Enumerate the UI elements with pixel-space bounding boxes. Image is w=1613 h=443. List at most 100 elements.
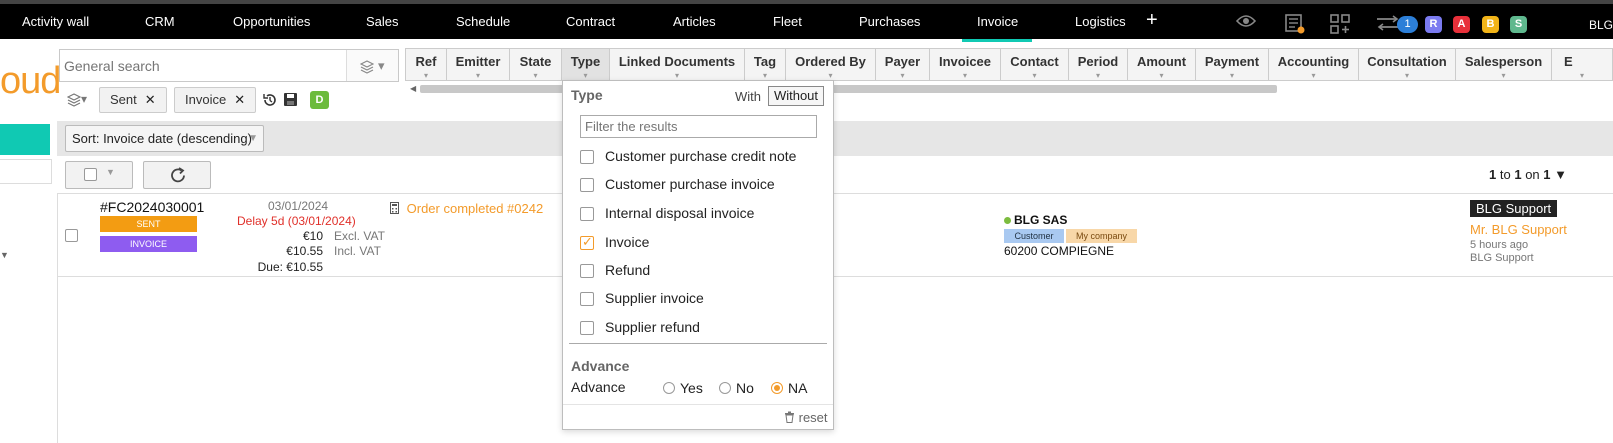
user-bubble-s[interactable]: S [1510, 16, 1527, 33]
filter-results-input[interactable] [581, 116, 816, 137]
column-header-accounting[interactable]: Accounting [1269, 48, 1359, 81]
nav-item-articles[interactable]: Articles [673, 14, 716, 29]
filter-layers-icon[interactable]: ▾ [66, 92, 87, 107]
option-checkbox[interactable] [580, 207, 594, 221]
salesperson-link[interactable]: Mr. BLG Support [1470, 222, 1567, 237]
reset-label: reset [798, 410, 828, 425]
advance-radio-no-label[interactable]: No [736, 380, 754, 396]
refresh-button[interactable] [143, 161, 211, 189]
refresh-icon [171, 167, 185, 183]
company-name[interactable]: BLG SAS [1004, 213, 1067, 227]
nav-item-sales[interactable]: Sales [366, 14, 399, 29]
option-checkbox[interactable] [580, 321, 594, 335]
option-checkbox[interactable] [580, 292, 594, 306]
news-icon[interactable] [1284, 13, 1306, 38]
advance-radio-na[interactable] [771, 382, 783, 394]
column-header-state[interactable]: State [510, 48, 562, 81]
option-label: Internal disposal invoice [605, 205, 755, 221]
nav-item-fleet[interactable]: Fleet [773, 14, 802, 29]
column-header-salesperson[interactable]: Salesperson [1456, 48, 1552, 81]
user-bubble-b[interactable]: B [1482, 16, 1499, 33]
nav-item-activity-wall[interactable]: Activity wall [22, 14, 89, 29]
option-checkbox[interactable] [580, 150, 594, 164]
eye-icon[interactable] [1235, 14, 1257, 31]
advance-section-title: Advance [571, 358, 630, 374]
search-layers-icon[interactable]: ▾ [346, 50, 398, 81]
company-city: 60200 COMPIEGNE [1004, 244, 1115, 258]
linked-order-link[interactable]: Order completed #0242 [390, 201, 543, 216]
general-search-input[interactable] [64, 56, 344, 76]
close-icon[interactable]: ✕ [234, 92, 245, 107]
column-header-amount[interactable]: Amount [1128, 48, 1196, 81]
advance-radio-na-label[interactable]: NA [788, 380, 807, 396]
pager-total: 1 [1543, 167, 1551, 182]
option-checkbox-checked[interactable] [580, 234, 594, 250]
filter-chip-invoice: Invoice ✕ [174, 87, 257, 113]
filter-chip-sent: Sent ✕ [99, 87, 167, 113]
sort-select[interactable]: Sort: Invoice date (descending) ▼ [65, 125, 264, 152]
sidebar-action-button[interactable] [0, 124, 50, 155]
column-header-payment[interactable]: Payment [1196, 48, 1269, 81]
column-header-contact[interactable]: Contact [1001, 48, 1069, 81]
nav-item-contract[interactable]: Contract [566, 14, 615, 29]
saved-filter-badge[interactable]: D [310, 91, 329, 109]
payment-delay: Delay 5d (03/01/2024) [237, 214, 356, 228]
linked-order-label: Order completed #0242 [406, 201, 544, 216]
with-toggle[interactable]: With [735, 89, 761, 104]
amount-excl-vat: €10 [302, 229, 323, 243]
row-checkbox[interactable] [65, 229, 78, 242]
nav-item-schedule[interactable]: Schedule [456, 14, 510, 29]
scroll-left-arrow-icon[interactable]: ◀ [410, 84, 416, 93]
nav-item-crm[interactable]: CRM [145, 14, 175, 29]
select-all-checkbox[interactable] [84, 168, 97, 181]
reset-button[interactable]: reset [784, 410, 828, 425]
advance-radio-yes-label[interactable]: Yes [680, 380, 703, 396]
invoice-ref-link[interactable]: #FC2024030001 [100, 199, 204, 215]
advance-label: Advance [571, 379, 626, 395]
horizontal-scrollbar[interactable] [420, 85, 1277, 93]
app-logo: oud [0, 60, 61, 102]
nav-item-opportunities[interactable]: Opportunities [233, 14, 310, 29]
type-filter-dropdown: Type With Without Customer purchase cred… [562, 80, 834, 430]
column-header-emitter[interactable]: Emitter [447, 48, 510, 81]
apps-grid-icon[interactable] [1329, 13, 1351, 38]
filter-chip-label: Sent [110, 92, 137, 107]
user-bubble-a[interactable]: A [1453, 16, 1470, 33]
option-checkbox[interactable] [580, 178, 594, 192]
column-header-linked-documents[interactable]: Linked Documents [610, 48, 745, 81]
column-header-invoicee[interactable]: Invoicee [930, 48, 1001, 81]
save-icon[interactable] [283, 92, 298, 110]
user-bubble-r[interactable]: R [1425, 16, 1442, 33]
add-menu-icon[interactable]: + [1146, 9, 1158, 32]
current-user-name[interactable]: BLG [1589, 18, 1613, 32]
column-header-period[interactable]: Period [1069, 48, 1128, 81]
status-dot-icon [1004, 217, 1011, 224]
column-header-type[interactable]: Type [562, 48, 610, 81]
sidebar-collapse-icon[interactable]: ▼ [0, 250, 9, 260]
select-all-dropdown-button[interactable]: ▼ [65, 161, 133, 189]
pager-dropdown-icon[interactable]: ▼ [1554, 167, 1567, 182]
chevron-down-icon: ▼ [248, 133, 258, 144]
dropdown-title: Type [571, 87, 603, 103]
nav-item-purchases[interactable]: Purchases [859, 14, 920, 29]
history-icon[interactable] [262, 92, 278, 111]
column-header-ref[interactable]: Ref [405, 48, 447, 81]
option-label: Customer purchase invoice [605, 176, 775, 192]
column-header-tag[interactable]: Tag [745, 48, 786, 81]
advance-radio-yes[interactable] [663, 382, 675, 394]
notification-count-badge[interactable]: 1 [1397, 16, 1418, 33]
without-toggle[interactable]: Without [768, 86, 824, 106]
column-header-e[interactable]: E [1552, 48, 1613, 81]
advance-radio-no[interactable] [719, 382, 731, 394]
top-navigation-bar: Activity wall CRM Opportunities Sales Sc… [0, 0, 1613, 42]
sidebar-box[interactable] [0, 159, 52, 184]
option-label: Supplier refund [605, 319, 700, 335]
nav-item-logistics[interactable]: Logistics [1075, 14, 1126, 29]
column-header-payer[interactable]: Payer [876, 48, 930, 81]
column-header-consultation[interactable]: Consultation [1359, 48, 1456, 81]
filter-chip-label: Invoice [185, 92, 227, 107]
nav-item-invoice[interactable]: Invoice [977, 14, 1018, 29]
option-checkbox[interactable] [580, 264, 594, 278]
close-icon[interactable]: ✕ [145, 92, 156, 107]
column-header-ordered-by[interactable]: Ordered By [786, 48, 876, 81]
